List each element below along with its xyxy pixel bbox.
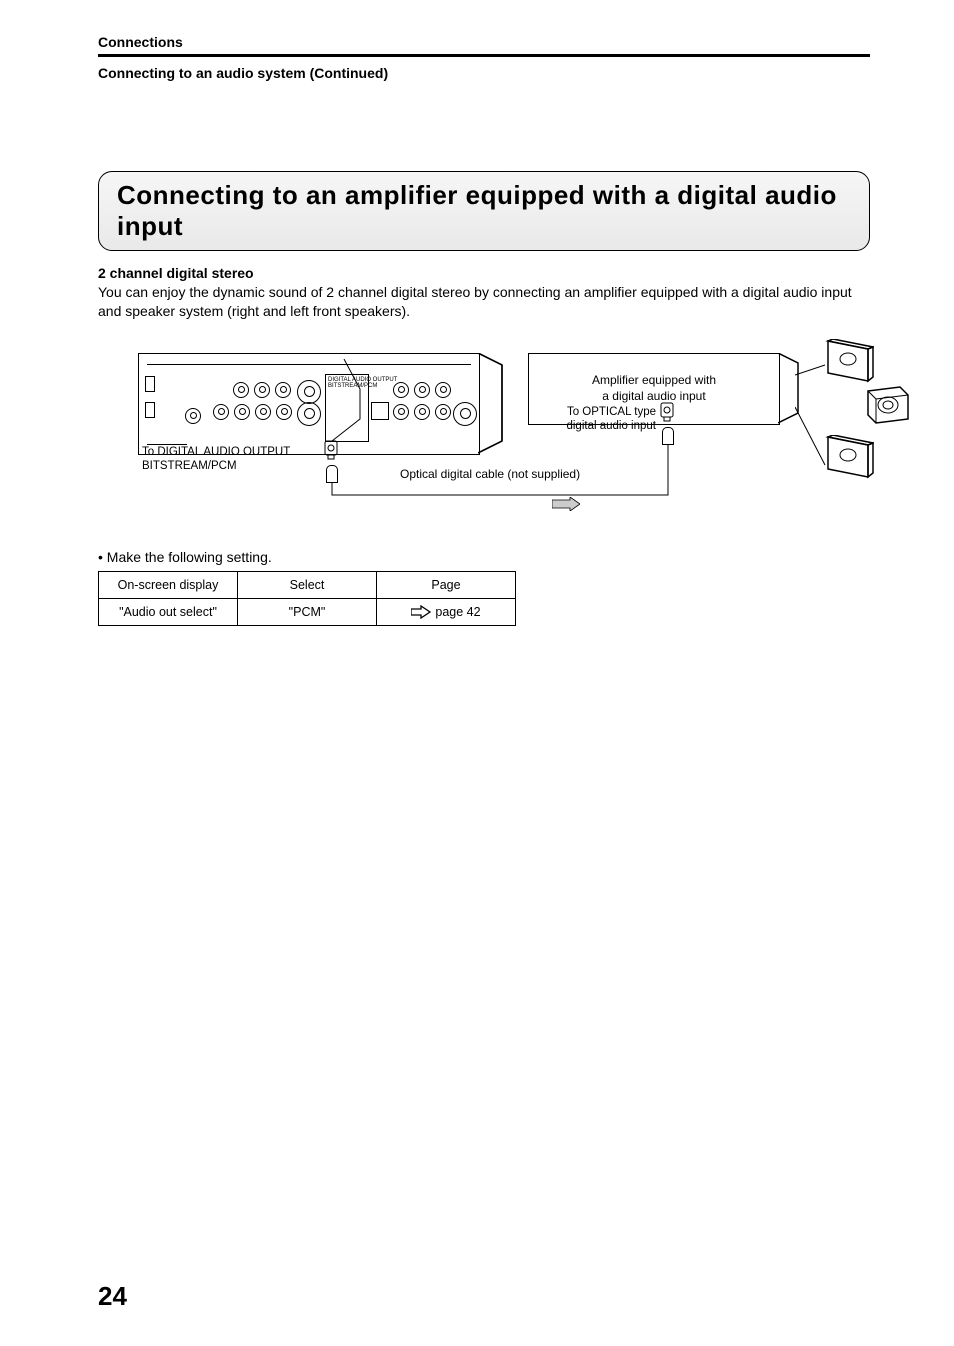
- amplifier-label-2: a digital audio input: [602, 389, 705, 405]
- amp-input-label-1: To OPTICAL type: [567, 406, 656, 418]
- player-output-label-2: BITSTREAM/PCM: [142, 460, 237, 472]
- paragraph-body: You can enjoy the dynamic sound of 2 cha…: [98, 283, 870, 321]
- subwoofer-icon: [866, 385, 910, 425]
- settings-note: • Make the following setting.: [98, 549, 870, 565]
- table-cell-osd: "Audio out select": [99, 598, 238, 626]
- table-cell-page: page 42: [377, 598, 516, 626]
- speaker-icon: [824, 435, 874, 479]
- optical-jack-icon: [660, 402, 674, 422]
- page-arrow-icon: [411, 605, 431, 619]
- paragraph-heading: 2 channel digital stereo: [98, 265, 870, 281]
- section-title: Connecting to an amplifier equipped with…: [117, 180, 851, 242]
- running-header: Connections: [98, 34, 870, 50]
- table-cell-select: "PCM": [238, 598, 377, 626]
- leader-line-icon: [324, 359, 364, 449]
- section-title-box: Connecting to an amplifier equipped with…: [98, 171, 870, 251]
- table-header-select: Select: [238, 571, 377, 598]
- table-header-osd: On-screen display: [99, 571, 238, 598]
- header-rule: [98, 54, 870, 57]
- amp-input-label-2: digital audio input: [566, 420, 656, 432]
- amplifier-label-1: Amplifier equipped with: [592, 373, 716, 389]
- speaker-icon: [824, 339, 874, 383]
- table-cell-page-text: page 42: [435, 605, 480, 619]
- signal-direction-arrow-icon: [552, 497, 580, 511]
- player-output-label-1: To DIGITAL AUDIO OUTPUT: [142, 446, 290, 458]
- player-rear-panel: DIGITAL AUDIO OUTPUT BITSTREAM/PCM: [138, 353, 480, 455]
- subsection-header: Connecting to an audio system (Continued…: [98, 65, 870, 81]
- connection-diagram: DIGITAL AUDIO OUTPUT BITSTREAM/PCM: [138, 339, 910, 519]
- page-number: 24: [98, 1281, 127, 1312]
- table-header-page: Page: [377, 571, 516, 598]
- settings-table: On-screen display Select Page "Audio out…: [98, 571, 516, 627]
- table-row: "Audio out select" "PCM" page 42: [99, 598, 516, 626]
- cable-label: Optical digital cable (not supplied): [400, 467, 580, 482]
- player-depth-icon: [478, 353, 504, 455]
- table-row: On-screen display Select Page: [99, 571, 516, 598]
